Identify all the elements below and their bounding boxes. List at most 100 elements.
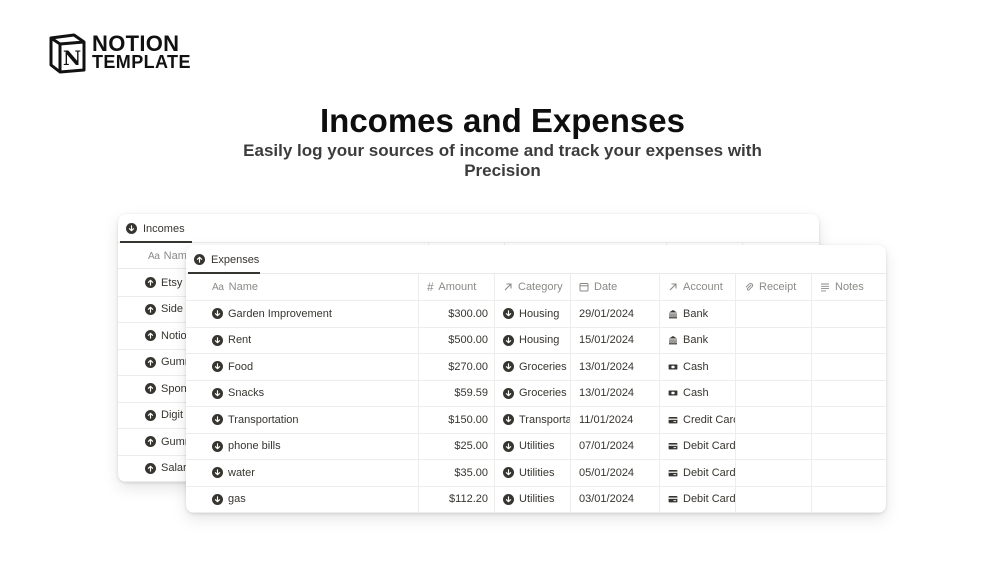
expense-row[interactable]: phone bills $25.00 Utilities 07/01/2024 Debi… bbox=[186, 433, 886, 460]
expense-name-cell[interactable]: Transportation bbox=[186, 407, 419, 433]
expense-name-cell[interactable]: water bbox=[186, 460, 419, 486]
expense-notes-cell[interactable] bbox=[812, 434, 886, 460]
expense-account: Cash bbox=[683, 387, 709, 400]
expense-notes-cell[interactable] bbox=[812, 407, 886, 433]
arrow-down-circle-icon bbox=[126, 223, 137, 234]
expense-notes-cell[interactable] bbox=[812, 301, 886, 327]
expense-name-cell[interactable]: phone bills bbox=[186, 433, 419, 459]
expense-name-cell[interactable]: Food bbox=[186, 354, 419, 380]
bank-icon bbox=[669, 336, 677, 345]
expense-date-cell[interactable]: 03/01/2024 bbox=[571, 486, 660, 512]
expense-account: Debit Card bbox=[683, 493, 736, 506]
arrow-down-circle-icon bbox=[212, 440, 223, 452]
expense-notes-cell[interactable] bbox=[812, 328, 886, 354]
arrow-down-circle-icon bbox=[503, 467, 514, 479]
expense-amount-cell[interactable]: $59.59 bbox=[419, 380, 495, 406]
expense-name-cell[interactable]: gas bbox=[186, 486, 419, 512]
expense-account-cell[interactable]: Debit Card bbox=[660, 460, 736, 486]
incomes-name-header[interactable]: Aa Nam bbox=[148, 243, 187, 269]
expense-amount-cell[interactable]: $112.20 bbox=[419, 486, 495, 512]
expense-date-cell[interactable]: 13/01/2024 bbox=[571, 354, 660, 380]
expense-receipt-cell[interactable] bbox=[736, 301, 812, 327]
expense-notes-cell[interactable] bbox=[812, 354, 886, 380]
arrow-down-circle-icon bbox=[503, 387, 514, 399]
income-name: Digit bbox=[161, 409, 184, 422]
expense-amount-cell[interactable]: $270.00 bbox=[419, 354, 495, 380]
expense-row[interactable]: gas $112.20 Utilities 03/01/2024 Debit Card bbox=[186, 486, 886, 513]
tab-expenses[interactable]: Expenses bbox=[190, 245, 263, 274]
expense-row[interactable]: Transportation $150.00 Transporta 11/01/202… bbox=[186, 407, 886, 434]
expense-date-cell[interactable]: 29/01/2024 bbox=[571, 301, 660, 327]
expense-amount-cell[interactable]: $150.00 bbox=[419, 407, 495, 433]
expense-name-cell[interactable]: Rent bbox=[186, 327, 419, 353]
arrow-up-circle-icon bbox=[194, 254, 205, 265]
expense-receipt-cell[interactable] bbox=[736, 460, 812, 486]
expense-account-cell[interactable]: Debit Card bbox=[660, 486, 736, 512]
income-name: Spon bbox=[161, 382, 187, 395]
expense-account-cell[interactable]: Cash bbox=[660, 380, 736, 406]
expense-name: Rent bbox=[228, 334, 252, 347]
expense-category-cell[interactable]: Housing bbox=[495, 327, 571, 353]
expense-receipt-cell[interactable] bbox=[736, 433, 812, 459]
expense-row[interactable]: water $35.00 Utilities 05/01/2024 Debit Card bbox=[186, 460, 886, 487]
expense-date-cell[interactable]: 13/01/2024 bbox=[571, 380, 660, 406]
expense-amount-cell[interactable]: $25.00 bbox=[419, 433, 495, 459]
column-header-receipt[interactable]: Receipt bbox=[736, 274, 812, 300]
expense-account-cell[interactable]: Cash bbox=[660, 354, 736, 380]
expense-category-cell[interactable]: Utilities bbox=[495, 460, 571, 486]
column-header-date[interactable]: Date bbox=[571, 274, 660, 300]
expense-category-cell[interactable]: Groceries bbox=[495, 380, 571, 406]
arrow-down-circle-icon bbox=[503, 361, 514, 373]
expense-category-cell[interactable]: Housing bbox=[495, 301, 571, 327]
income-name: Notio bbox=[161, 329, 187, 342]
expense-receipt-cell[interactable] bbox=[736, 380, 812, 406]
column-header-notes[interactable]: Notes bbox=[812, 274, 886, 300]
expense-row[interactable]: Rent $500.00 Housing 15/01/2024 Bank bbox=[186, 327, 886, 354]
column-header-amount[interactable]: # Amount bbox=[419, 274, 495, 300]
expense-category-cell[interactable]: Utilities bbox=[495, 433, 571, 459]
expense-receipt-cell[interactable] bbox=[736, 486, 812, 512]
expense-receipt-cell[interactable] bbox=[736, 327, 812, 353]
expense-notes-cell[interactable] bbox=[812, 460, 886, 486]
expense-category-cell[interactable]: Groceries bbox=[495, 354, 571, 380]
expense-account-cell[interactable]: Bank bbox=[660, 327, 736, 353]
expense-category: Groceries bbox=[519, 387, 567, 400]
expense-receipt-cell[interactable] bbox=[736, 354, 812, 380]
expense-account: Bank bbox=[683, 307, 709, 320]
expense-account: Debit Card bbox=[683, 440, 736, 453]
expense-amount-cell[interactable]: $300.00 bbox=[419, 301, 495, 327]
expense-row[interactable]: Snacks $59.59 Groceries 13/01/2024 Cash bbox=[186, 380, 886, 407]
logo-line2: TEMPLATE bbox=[92, 52, 191, 72]
arrow-down-circle-icon bbox=[503, 493, 514, 505]
expense-date-cell[interactable]: 05/01/2024 bbox=[571, 460, 660, 486]
column-header-category[interactable]: Category bbox=[495, 274, 571, 300]
expense-name-cell[interactable]: Snacks bbox=[186, 380, 419, 406]
expense-category-cell[interactable]: Transporta bbox=[495, 407, 571, 433]
cash-icon bbox=[668, 390, 678, 396]
column-header-name[interactable]: Aa Name bbox=[186, 274, 419, 300]
expense-category: Utilities bbox=[519, 440, 555, 453]
expense-notes-cell[interactable] bbox=[812, 381, 886, 407]
expense-name-cell[interactable]: Garden Improvement bbox=[186, 301, 419, 327]
expense-account-cell[interactable]: Debit Card bbox=[660, 433, 736, 459]
expense-account-cell[interactable]: Credit Carc bbox=[660, 407, 736, 433]
expense-row[interactable]: Food $270.00 Groceries 13/01/2024 Cash bbox=[186, 354, 886, 381]
arrow-down-circle-icon bbox=[212, 493, 223, 505]
expense-date-cell[interactable]: 07/01/2024 bbox=[571, 433, 660, 459]
expense-amount-cell[interactable]: $35.00 bbox=[419, 460, 495, 486]
income-name: Gumr bbox=[161, 435, 189, 448]
expense-row[interactable]: Garden Improvement $300.00 Housing 29/01/20… bbox=[186, 301, 886, 328]
expense-receipt-cell[interactable] bbox=[736, 407, 812, 433]
expense-account-cell[interactable]: Bank bbox=[660, 301, 736, 327]
expense-date: 13/01/2024 bbox=[579, 387, 635, 400]
arrow-up-circle-icon bbox=[145, 383, 156, 395]
expense-category-cell[interactable]: Utilities bbox=[495, 486, 571, 512]
tab-incomes[interactable]: Incomes bbox=[122, 214, 189, 243]
expense-date-cell[interactable]: 11/01/2024 bbox=[571, 407, 660, 433]
expense-date-cell[interactable]: 15/01/2024 bbox=[571, 327, 660, 353]
arrow-up-circle-icon bbox=[145, 356, 156, 368]
column-header-account[interactable]: Account bbox=[660, 274, 736, 300]
expense-notes-cell[interactable] bbox=[812, 487, 886, 513]
arrow-down-circle-icon bbox=[212, 414, 223, 426]
expense-amount-cell[interactable]: $500.00 bbox=[419, 327, 495, 353]
